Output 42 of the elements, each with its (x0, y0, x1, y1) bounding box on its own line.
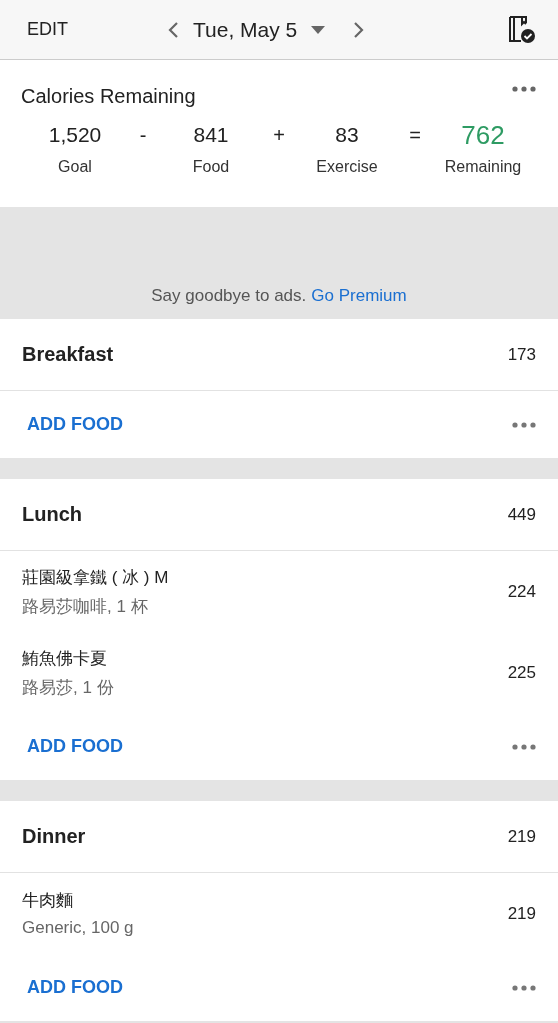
more-icon[interactable] (512, 421, 536, 428)
dropdown-icon[interactable] (311, 25, 326, 34)
calorie-label: Food (192, 158, 230, 176)
operator: - (138, 123, 148, 148)
food-calories: 224 (507, 581, 536, 602)
more-icon[interactable] (512, 984, 536, 991)
calorie-value: 841 (193, 122, 229, 148)
previous-icon[interactable] (167, 20, 179, 39)
add-food-button[interactable]: ADD FOOD (27, 736, 123, 757)
meal-calories: 173 (507, 344, 536, 365)
edit-button[interactable]: EDIT (27, 19, 167, 40)
add-food-button[interactable]: ADD FOOD (27, 977, 123, 998)
next-icon[interactable] (353, 20, 366, 39)
calorie-value: 1,520 (48, 122, 102, 148)
ad-text: Say goodbye to ads. (151, 286, 307, 306)
food-calories: 219 (507, 903, 536, 924)
food-name[interactable]: 牛肉麵 (22, 889, 134, 912)
date-selector[interactable]: Tue, May 5 (193, 17, 298, 42)
operator: = (408, 123, 422, 148)
section-title: Calories Remaining (21, 85, 196, 108)
more-icon[interactable] (512, 743, 536, 750)
calorie-label: Remaining (444, 158, 522, 176)
meal-calories: 449 (507, 504, 536, 525)
meal-calories: 219 (507, 826, 536, 847)
add-food-button[interactable]: ADD FOOD (27, 414, 123, 435)
food-detail: 路易莎, 1 份 (22, 676, 114, 699)
food-calories: 225 (507, 662, 536, 683)
meal-title: Breakfast (22, 343, 114, 366)
food-detail: Generic, 100 g (22, 918, 134, 938)
food-detail: 路易莎咖啡, 1 杯 (22, 595, 149, 618)
operator: + (272, 123, 286, 148)
food-name[interactable]: 鮪魚佛卡夏 (22, 646, 114, 670)
premium-link[interactable]: Go Premium (311, 286, 407, 306)
more-icon[interactable] (512, 86, 536, 92)
checked-notebook-icon[interactable] (508, 14, 536, 45)
food-name[interactable]: 莊園級拿鐵 ( 冰 ) M (22, 565, 169, 589)
meal-title: Lunch (22, 503, 82, 526)
calorie-value: 83 (335, 122, 359, 148)
meal-title: Dinner (22, 825, 86, 848)
calorie-label: Goal (58, 158, 92, 176)
calorie-value: 762 (461, 120, 505, 150)
calorie-label: Exercise (316, 158, 378, 176)
